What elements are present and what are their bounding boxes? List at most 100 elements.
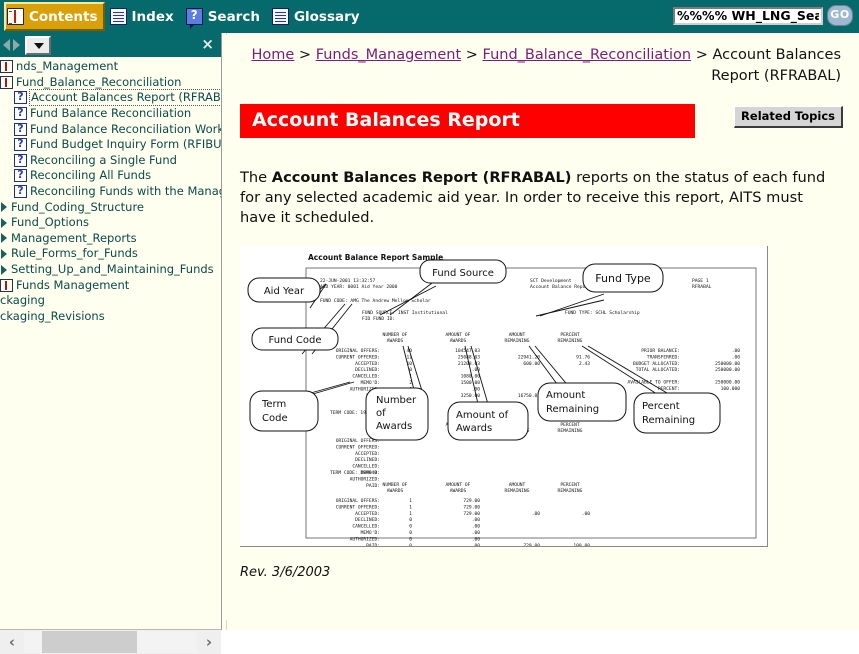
tree-item-reconciling-all-funds[interactable]: Reconciling All Funds [0, 168, 221, 184]
toolbar-tab-search[interactable]: Search [183, 4, 267, 29]
tree-item-management-reports[interactable]: Management_Reports [0, 231, 221, 247]
svg-text:AWARDS: AWARDS [450, 338, 467, 344]
tree-item-funds-management[interactable]: Funds Management [0, 277, 221, 293]
svg-text:1: 1 [409, 504, 412, 510]
tree-item-setting-up-and-maintaining-funds[interactable]: Setting_Up_and_Maintaining_Funds [0, 262, 221, 278]
callout-number-of-awards: Number of Awards [365, 387, 429, 441]
svg-text:2.43: 2.43 [579, 361, 590, 367]
tree-item-fund-budget-inquiry-form[interactable]: Fund Budget Inquiry Form (RFIBUDG) [0, 137, 221, 153]
svg-text:TERM CODE: 199940: TERM CODE: 199940 [330, 470, 377, 476]
svg-text:0: 0 [409, 543, 412, 546]
search-input[interactable] [673, 6, 823, 25]
svg-text:FID FUND ID:: FID FUND ID: [362, 316, 395, 322]
breadcrumb-link-funds-management[interactable]: Funds_Management [316, 47, 461, 63]
toolbar-tab-contents[interactable]: Contents [4, 2, 105, 31]
callout-amount-remaining: Amount Remaining [537, 382, 627, 422]
svg-text:250000.00: 250000.00 [715, 361, 740, 367]
svg-text:.00: .00 [472, 517, 481, 523]
body-paragraph: The Account Balances Report (RFRABAL) re… [240, 168, 840, 228]
revision-date: Rev. 3/6/2003 [240, 565, 331, 580]
chevron-down-icon[interactable] [25, 35, 51, 55]
top-toolbar: Contents Index Search Glossary GO [0, 0, 859, 33]
svg-text:100.00: 100.00 [573, 543, 590, 546]
tree-item-label: Account Balances Report (RFRABAL) [29, 89, 221, 107]
svg-text:ACCEPTED:: ACCEPTED: [355, 361, 380, 367]
tree-item-label: Reconciling All Funds [30, 168, 152, 183]
triangle-left-icon[interactable] [3, 39, 10, 51]
breadcrumb-link-fund-balance-reconciliation[interactable]: Fund_Balance_Reconciliation [483, 47, 692, 63]
svg-text:3250.00: 3250.00 [461, 393, 481, 399]
tree-item-ckaging[interactable]: ckaging [0, 293, 221, 309]
svg-text:REMAINING: REMAINING [558, 428, 583, 434]
tree-item-fund-balance-reconciliation[interactable]: Fund Balance Reconciliation [0, 106, 221, 122]
svg-text:Number: Number [376, 395, 417, 406]
arrow-right-icon [1, 217, 7, 228]
tree-item-label: Funds Management [16, 277, 130, 292]
breadcrumb-link-home[interactable]: Home [251, 47, 294, 63]
tree-item-fund-balance-reconciliation-workflow[interactable]: Fund Balance Reconciliation Workflow [0, 121, 221, 137]
svg-text:AMOUNT OF: AMOUNT OF [446, 332, 471, 338]
svg-text:1: 1 [409, 511, 412, 517]
svg-text:AMOUNT OF: AMOUNT OF [446, 482, 471, 488]
svg-text:Account Balance Report Sample: Account Balance Report Sample [308, 253, 443, 262]
svg-text:.00: .00 [472, 386, 481, 392]
tree-item-reconciling-a-single-fund[interactable]: Reconciling a Single Fund [0, 153, 221, 169]
go-button[interactable]: GO [827, 5, 853, 26]
page-title-bar: Account Balances Report Related Topics [240, 104, 843, 138]
tree-item-reconciling-funds-with-management[interactable]: Reconciling Funds with the Management [0, 184, 221, 200]
svg-text:.00: .00 [732, 354, 741, 360]
scrollbar-thumb[interactable] [42, 631, 137, 653]
svg-text:REMAINING: REMAINING [558, 338, 583, 344]
svg-text:REMAINING: REMAINING [505, 338, 530, 344]
svg-text:REMAINING: REMAINING [505, 488, 530, 494]
tree-item-nds-management[interactable]: nds_Management [0, 59, 221, 75]
svg-text:AID YEAR: 0001 Aid Year 2000: AID YEAR: 0001 Aid Year 2000 [320, 284, 398, 290]
report-sample-figure: Account Balance Report Sample 22-JUN-200… [240, 246, 768, 547]
svg-text:250000.00: 250000.00 [715, 367, 740, 373]
arrow-right-icon [1, 264, 7, 275]
svg-text:Amount: Amount [546, 390, 585, 401]
callout-fund-type: Fund Type [582, 263, 664, 293]
related-topics-button[interactable]: Related Topics [734, 106, 843, 128]
tree-horizontal-scrollbar[interactable]: ‹ › [0, 629, 221, 654]
svg-text:AWARDS: AWARDS [387, 338, 404, 344]
scroll-left-button[interactable]: ‹ [0, 631, 24, 653]
book-icon [0, 278, 13, 292]
breadcrumb-separator: > [298, 47, 312, 63]
svg-text:SCT Development: SCT Development [530, 278, 572, 284]
svg-text:729.00: 729.00 [463, 498, 480, 504]
tree-item-label: Management_Reports [11, 230, 137, 245]
scrollbar-track[interactable] [24, 631, 197, 653]
toolbar-tab-index[interactable]: Index [107, 4, 181, 29]
svg-text:0: 0 [409, 524, 412, 530]
tree-item-account-balances-report[interactable]: Account Balances Report (RFRABAL) [0, 89, 221, 107]
close-icon[interactable]: × [201, 36, 214, 52]
contents-tree[interactable]: nds_Management Fund_Balance_Reconciliati… [0, 57, 221, 596]
svg-text:PERCENT: PERCENT [560, 482, 580, 488]
topic-question-icon [14, 106, 27, 121]
question-balloon-icon [185, 8, 203, 29]
triangle-right-icon[interactable] [13, 39, 20, 51]
scroll-right-button[interactable]: › [197, 631, 221, 653]
tree-item-fund-coding-structure[interactable]: Fund_Coding_Structure [0, 199, 221, 215]
tree-item-label: Fund Budget Inquiry Form (RFIBUDG) [30, 137, 221, 152]
tree-item-ckaging-revisions[interactable]: ckaging_Revisions [0, 309, 221, 325]
toolbar-tab-glossary[interactable]: Glossary [269, 4, 367, 29]
svg-text:FUND CODE: AMG The Andrew Mell: FUND CODE: AMG The Andrew Mellon Scholar [320, 298, 431, 304]
svg-text:ORIGINAL OFFERS:: ORIGINAL OFFERS: [336, 348, 380, 354]
svg-text:Code: Code [262, 413, 288, 424]
tree-item-fund-options[interactable]: Fund_Options [0, 215, 221, 231]
svg-text:ACCEPTED:: ACCEPTED: [355, 511, 380, 517]
tree-item-fund-balance-reconciliation-folder[interactable]: Fund_Balance_Reconciliation [0, 75, 221, 91]
svg-text:PRIOR BALANCE:: PRIOR BALANCE: [641, 348, 680, 354]
help-viewer-window: Contents Index Search Glossary GO × [0, 0, 859, 654]
svg-text:PAID:: PAID: [366, 543, 380, 546]
toolbar-tab-search-label: Search [207, 8, 260, 25]
tree-item-rule-forms-for-funds[interactable]: Rule_Forms_for_Funds [0, 246, 221, 262]
book-icon [0, 60, 13, 74]
toolbar-tab-contents-label: Contents [29, 8, 98, 25]
document-icon [271, 8, 289, 25]
topic-question-icon [14, 153, 27, 167]
navigation-pane: × nds_Management Fund_Balance_Reconcilia… [0, 33, 221, 654]
svg-text:Awards: Awards [376, 421, 412, 432]
